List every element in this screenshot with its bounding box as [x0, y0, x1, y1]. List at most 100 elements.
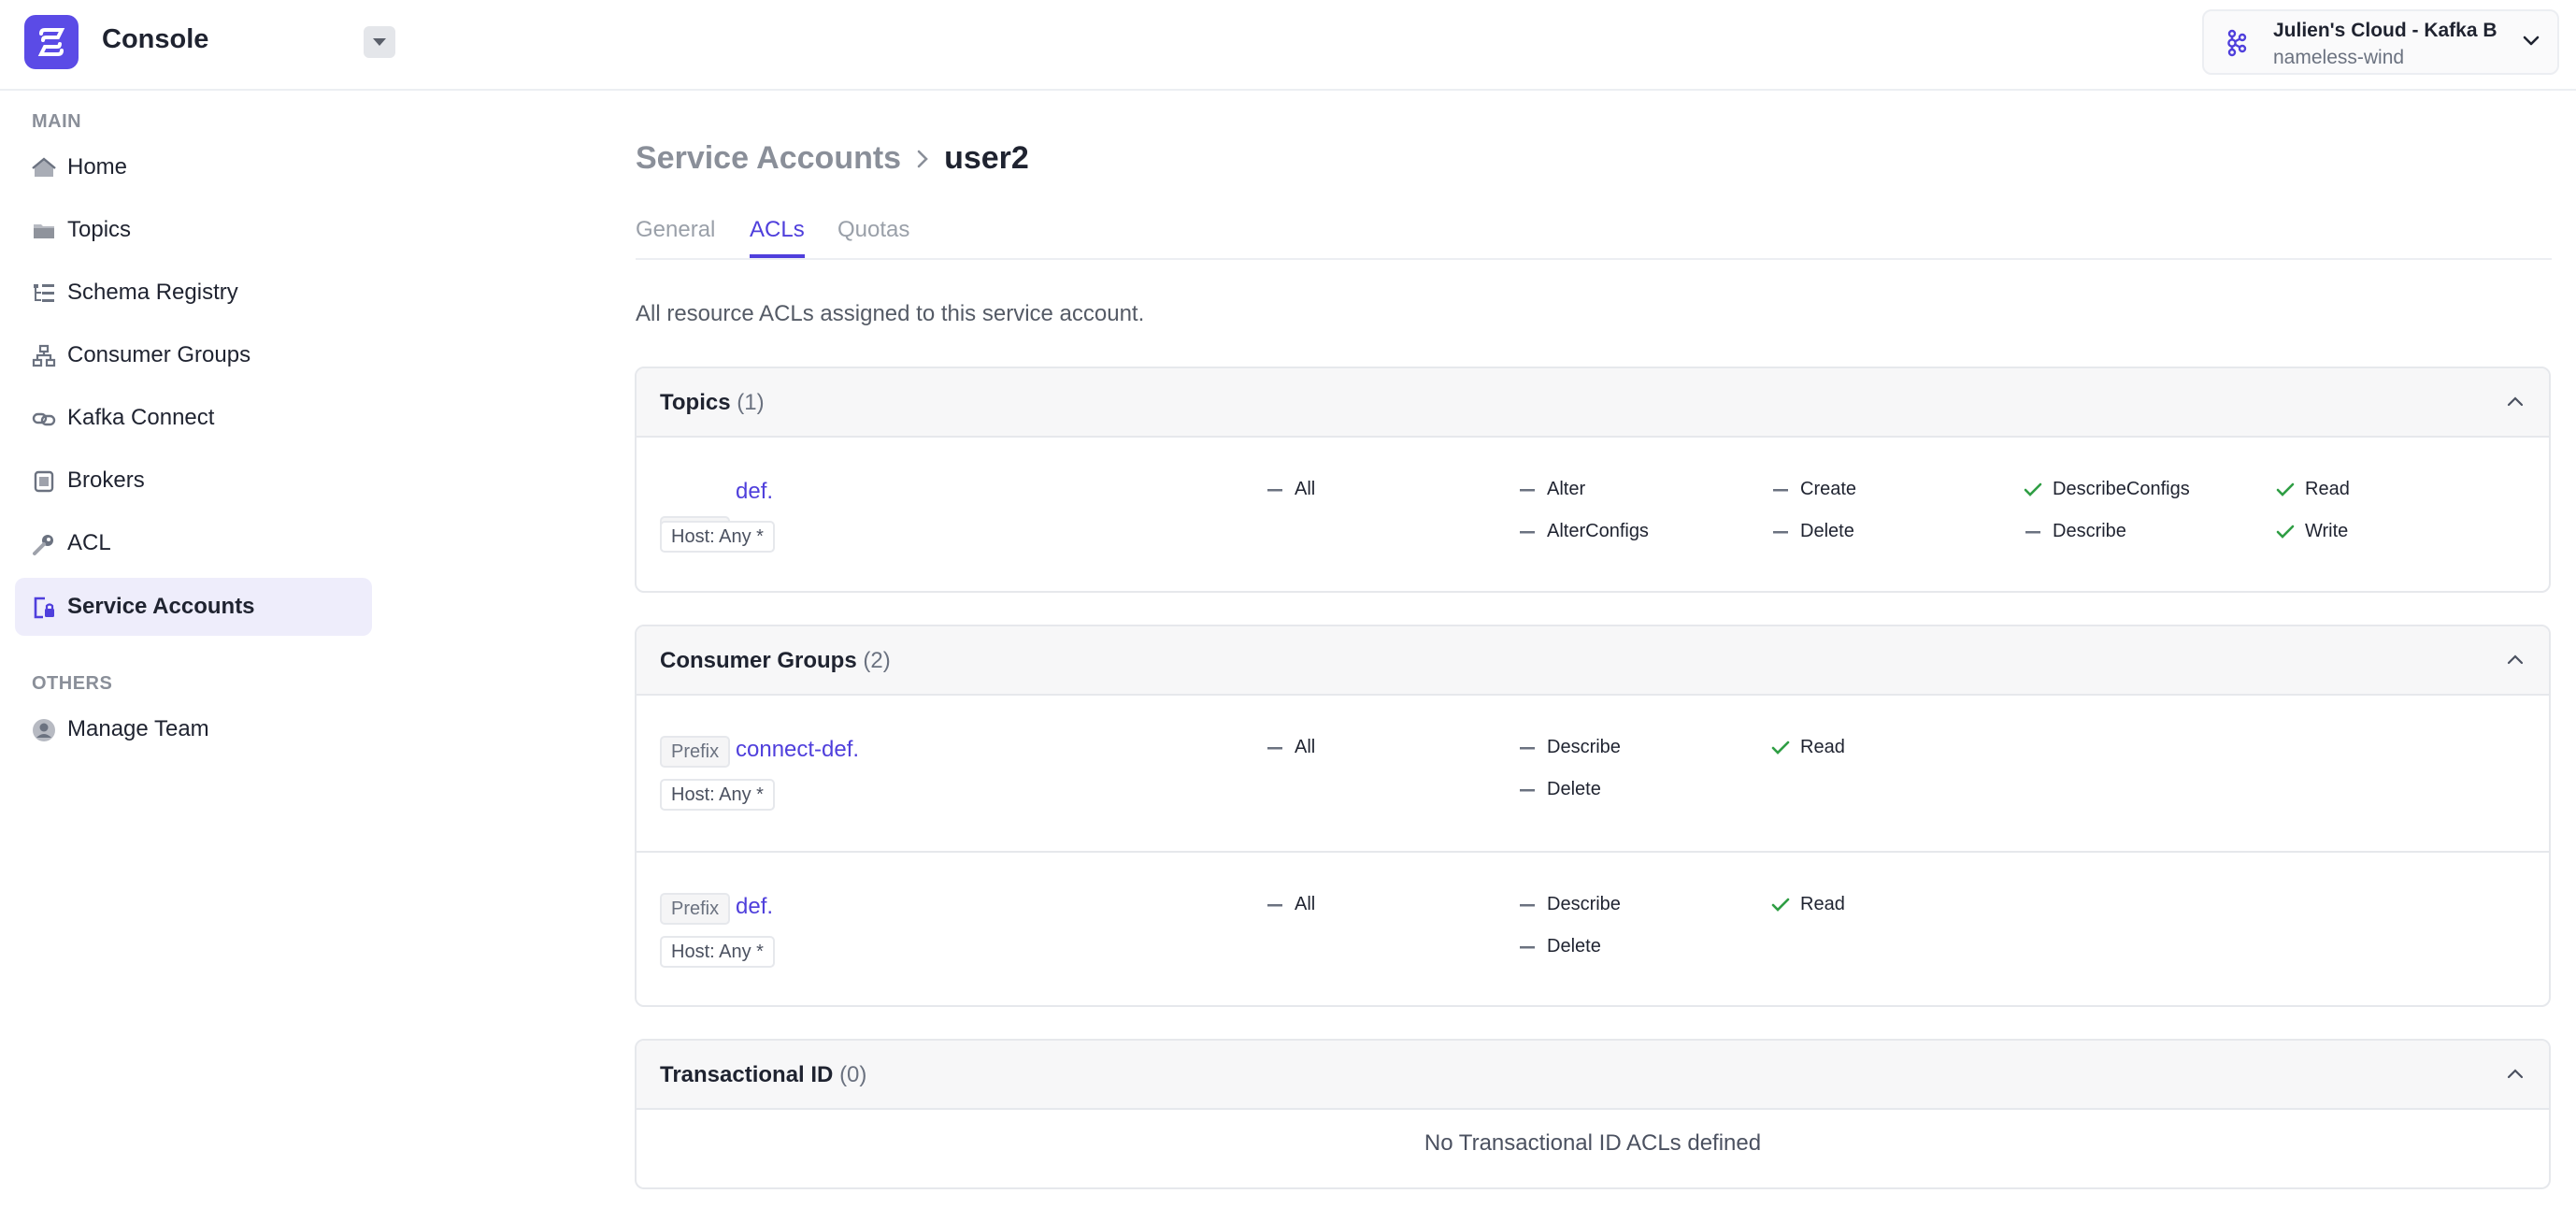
permission-write: Write	[2275, 521, 2348, 542]
sidebar-item-schema-registry[interactable]: Schema Registry	[15, 264, 372, 322]
resource-name-link[interactable]: def.	[736, 479, 773, 505]
groups-icon	[32, 344, 56, 368]
topics-card-header[interactable]: Topics (1)	[637, 368, 2549, 438]
acl-row: Prefix def. Host: Any * All Alter AlterC…	[637, 438, 2549, 591]
dash-icon	[1517, 937, 1538, 957]
sidebar-item-home[interactable]: Home	[15, 138, 372, 196]
tab-acls[interactable]: ACLs	[750, 217, 805, 258]
consumer-groups-acl-card: Consumer Groups (2) Prefix connect-def. …	[635, 625, 2551, 1007]
sidebar-item-acl[interactable]: ACL	[15, 514, 372, 572]
permission-read: Read	[2275, 479, 2350, 500]
permission-all: All	[1265, 737, 1315, 758]
acl-description: All resource ACLs assigned to this servi…	[636, 301, 1145, 326]
cluster-selector[interactable]: Julien's Cloud - Kafka B nameless-wind	[2202, 9, 2559, 75]
dash-icon	[1517, 522, 1538, 542]
sidebar-item-label: Brokers	[67, 467, 145, 493]
console-logo-icon[interactable]	[24, 15, 79, 69]
tab-general[interactable]: General	[636, 217, 715, 258]
chevron-up-icon[interactable]	[2506, 1067, 2525, 1080]
permission-label: Delete	[1547, 936, 1601, 956]
dash-icon	[1770, 522, 1791, 542]
app-switcher-dropdown[interactable]	[364, 26, 395, 58]
permission-delete: Delete	[1770, 521, 1854, 542]
permission-delete: Delete	[1517, 779, 1601, 800]
chevron-up-icon[interactable]	[2506, 653, 2525, 666]
tab-bar: General ACLs Quotas	[636, 211, 2552, 260]
sidebar-item-manage-team[interactable]: Manage Team	[15, 700, 372, 758]
sidebar-item-label: Schema Registry	[67, 280, 238, 305]
card-count: (2)	[863, 648, 891, 673]
chevron-down-icon	[2523, 36, 2540, 46]
transactional-id-acl-card: Transactional ID (0) No Transactional ID…	[635, 1039, 2551, 1189]
permission-describe: Describe	[2023, 521, 2126, 542]
consumer-groups-card-header[interactable]: Consumer Groups (2)	[637, 626, 2549, 696]
sidebar-item-label: Manage Team	[67, 716, 209, 741]
card-count: (1)	[737, 390, 765, 415]
dash-icon	[1517, 780, 1538, 800]
permission-label: Describe	[1547, 894, 1621, 914]
permission-describe: Describe	[1517, 894, 1621, 915]
sidebar-item-label: ACL	[67, 530, 111, 555]
sidebar-item-label: Consumer Groups	[67, 342, 251, 367]
dash-icon	[2023, 522, 2043, 542]
dash-icon	[1265, 738, 1285, 758]
dash-icon	[1517, 480, 1538, 500]
breadcrumb-parent-link[interactable]: Service Accounts	[636, 140, 901, 177]
cluster-environment: nameless-wind	[2273, 47, 2405, 68]
permission-label: Alter	[1547, 479, 1586, 499]
card-title: Consumer Groups (2)	[660, 648, 891, 674]
permission-label: DescribeConfigs	[2053, 479, 2190, 499]
card-title-text: Consumer Groups	[660, 648, 857, 673]
card-title-text: Topics	[660, 390, 731, 415]
permission-label: All	[1295, 479, 1316, 499]
card-count: (0)	[839, 1062, 867, 1087]
cluster-name: Julien's Cloud - Kafka B	[2273, 20, 2497, 41]
pattern-type-badge: Prefix	[660, 736, 731, 768]
check-icon	[1770, 895, 1791, 915]
page-title: user2	[944, 140, 1029, 176]
permission-label: Read	[1800, 894, 1845, 914]
card-title-text: Transactional ID	[660, 1062, 834, 1087]
user-circle-icon	[32, 718, 56, 742]
resource-name-link[interactable]: connect-def.	[736, 737, 859, 763]
acl-row: Prefix connect-def. Host: Any * All Desc…	[637, 696, 2549, 851]
permission-describeconfigs: DescribeConfigs	[2023, 479, 2190, 500]
permission-read: Read	[1770, 737, 1845, 758]
permission-label: Delete	[1800, 521, 1854, 541]
sidebar-item-brokers[interactable]: Brokers	[15, 452, 372, 510]
breadcrumb: Service Accounts user2	[636, 140, 1029, 177]
permission-label: All	[1295, 894, 1316, 914]
sidebar-item-consumer-groups[interactable]: Consumer Groups	[15, 326, 372, 384]
dash-icon	[1517, 895, 1538, 915]
permission-read: Read	[1770, 894, 1845, 915]
check-icon	[2275, 480, 2296, 500]
permission-all: All	[1265, 479, 1315, 500]
folder-icon	[32, 219, 56, 243]
sidebar-item-service-accounts[interactable]: Service Accounts	[15, 578, 372, 636]
transactional-id-card-header[interactable]: Transactional ID (0)	[637, 1041, 2549, 1110]
sidebar-item-topics[interactable]: Topics	[15, 201, 372, 259]
permission-alter: Alter	[1517, 479, 1585, 500]
permission-label: Write	[2305, 521, 2349, 541]
permission-label: Create	[1800, 479, 1857, 499]
sidebar-section-others: OTHERS	[32, 673, 113, 694]
sidebar: MAIN Home Topics Schema Registry Consume…	[0, 91, 393, 1208]
check-icon	[1770, 738, 1791, 758]
permission-label: All	[1295, 737, 1316, 757]
acl-row: Prefix def. Host: Any * All Describe Del…	[637, 851, 2549, 1005]
permission-label: Describe	[1547, 737, 1621, 757]
chevron-up-icon[interactable]	[2506, 395, 2525, 408]
app-title: Console	[102, 24, 209, 54]
permission-label: Describe	[2053, 521, 2126, 541]
permission-describe: Describe	[1517, 737, 1621, 758]
sidebar-item-kafka-connect[interactable]: Kafka Connect	[15, 389, 372, 447]
resource-name-link[interactable]: def.	[736, 894, 773, 920]
tree-icon	[32, 281, 56, 306]
host-badge: Host: Any *	[660, 936, 775, 968]
check-icon	[2275, 522, 2296, 542]
host-badge: Host: Any *	[660, 779, 775, 811]
dash-icon	[1770, 480, 1791, 500]
permission-delete: Delete	[1517, 936, 1601, 957]
server-icon	[32, 469, 56, 494]
tab-quotas[interactable]: Quotas	[837, 217, 909, 258]
